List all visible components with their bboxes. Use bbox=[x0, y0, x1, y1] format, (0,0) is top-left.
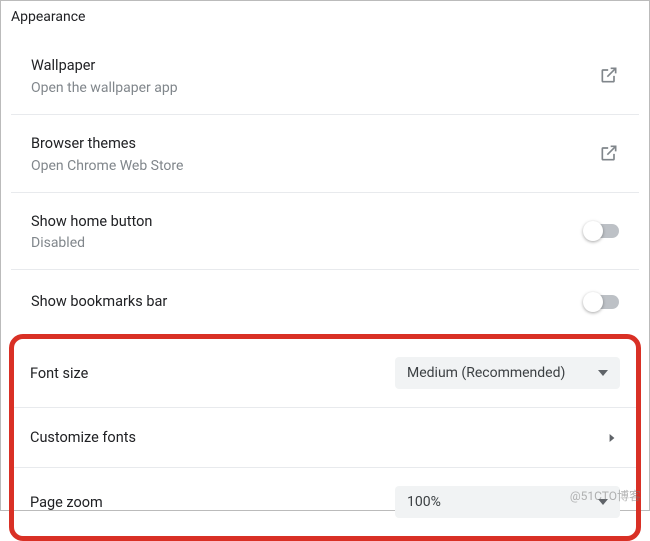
settings-card: Wallpaper Open the wallpaper app Browser… bbox=[11, 37, 639, 334]
font-size-value: Medium (Recommended) bbox=[407, 365, 565, 381]
home-button-row: Show home button Disabled bbox=[11, 193, 639, 271]
font-size-select[interactable]: Medium (Recommended) bbox=[395, 357, 620, 389]
watermark: @51CTO博客 bbox=[570, 487, 641, 504]
themes-title: Browser themes bbox=[31, 133, 599, 155]
themes-row[interactable]: Browser themes Open Chrome Web Store bbox=[11, 115, 639, 193]
font-size-row: Font size Medium (Recommended) bbox=[14, 339, 636, 408]
home-sub: Disabled bbox=[31, 235, 585, 251]
external-link-icon bbox=[599, 65, 619, 85]
bookmarks-bar-row: Show bookmarks bar bbox=[11, 270, 639, 334]
page-zoom-value: 100% bbox=[407, 494, 441, 510]
external-link-icon bbox=[599, 143, 619, 163]
customize-fonts-label: Customize fonts bbox=[30, 429, 136, 446]
bookmarks-bar-toggle[interactable] bbox=[585, 295, 619, 309]
section-title: Appearance bbox=[1, 1, 649, 37]
highlighted-section: Font size Medium (Recommended) Customize… bbox=[9, 334, 641, 541]
customize-fonts-row[interactable]: Customize fonts bbox=[14, 408, 636, 468]
wallpaper-row[interactable]: Wallpaper Open the wallpaper app bbox=[11, 37, 639, 115]
wallpaper-title: Wallpaper bbox=[31, 55, 599, 77]
home-title: Show home button bbox=[31, 211, 585, 233]
home-button-toggle[interactable] bbox=[585, 224, 619, 238]
page-zoom-row: Page zoom 100% bbox=[14, 468, 636, 536]
chevron-right-icon bbox=[608, 434, 616, 442]
bookmarks-title: Show bookmarks bar bbox=[31, 291, 585, 313]
wallpaper-sub: Open the wallpaper app bbox=[31, 80, 599, 96]
font-size-label: Font size bbox=[30, 365, 88, 382]
themes-sub: Open Chrome Web Store bbox=[31, 158, 599, 174]
dropdown-icon bbox=[598, 368, 608, 378]
page-zoom-label: Page zoom bbox=[30, 494, 103, 511]
